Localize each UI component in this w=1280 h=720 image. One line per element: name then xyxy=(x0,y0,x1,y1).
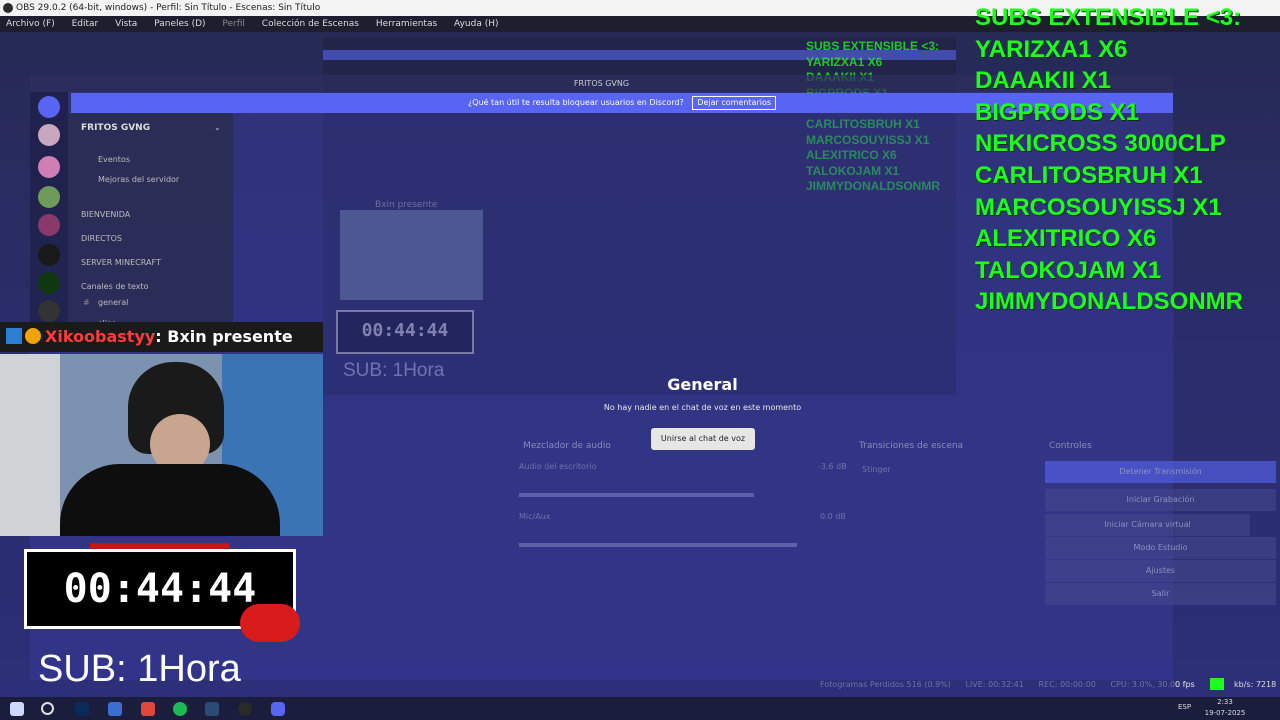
clock-date: 19-07-2025 xyxy=(1204,709,1246,717)
subs-list-item: BIGPRODS X1 xyxy=(975,98,1140,126)
audio-mixer-title: Mezclador de audio xyxy=(523,441,611,451)
menu-coleccion-escenas[interactable]: Colección de Escenas xyxy=(262,19,359,29)
discord-home-icon[interactable] xyxy=(38,96,60,118)
discord-channel-sidebar: FRITOS GVNG ⌄ Eventos Mejoras del servid… xyxy=(68,113,233,333)
server-icon[interactable] xyxy=(38,186,60,208)
search-icon[interactable] xyxy=(41,702,54,715)
server-name[interactable]: FRITOS GVNG xyxy=(81,123,150,133)
server-icon[interactable] xyxy=(38,124,60,146)
obs-taskbar-icon[interactable] xyxy=(238,702,252,716)
photoshop-icon[interactable] xyxy=(75,702,89,716)
rust-server-icon[interactable] xyxy=(38,244,60,266)
subs-list-item: YARIZXA1 X6 xyxy=(975,35,1128,63)
subs-list-item: MARCOSOUYISSJ X1 xyxy=(975,193,1222,221)
app-icon[interactable] xyxy=(108,702,122,716)
discord-title: FRITOS GVNG xyxy=(573,79,630,88)
status-frames: Fotogramas Perdidos 516 (0.9%) xyxy=(820,680,951,689)
brave-icon[interactable] xyxy=(141,702,155,716)
status-rec: REC: 00:00:00 xyxy=(1038,680,1096,689)
stop-stream-button[interactable]: Detener Transmisión xyxy=(1045,461,1276,483)
preview-list-item: YARIZXA1 X6 xyxy=(806,54,883,69)
kick-server-icon[interactable] xyxy=(38,272,60,294)
audio-desktop-level: -3.6 dB xyxy=(818,462,847,471)
akatsuki-cloud-icon xyxy=(240,604,300,642)
chat-badge-icon xyxy=(6,328,22,344)
taskbar-clock[interactable]: 2:33 19-07-2025 xyxy=(1200,697,1250,719)
controls-panel: Detener Transmisión Iniciar Grabación In… xyxy=(1045,458,1276,608)
stream-health-indicator xyxy=(1210,678,1224,690)
subs-list-item: NEKICROSS 3000CLP xyxy=(975,130,1226,158)
subs-list-item: ALEXITRICO X6 xyxy=(975,225,1157,253)
menu-archivo[interactable]: Archivo (F) xyxy=(6,19,55,29)
server-icon[interactable] xyxy=(38,214,60,236)
chevron-down-icon[interactable]: ⌄ xyxy=(214,123,221,132)
status-fps: 0 fps xyxy=(1175,680,1195,689)
menu-ayuda[interactable]: Ayuda (H) xyxy=(454,19,498,29)
obs-status-bar: Fotogramas Perdidos 516 (0.9%) LIVE: 00:… xyxy=(820,680,1195,689)
controls-title: Controles xyxy=(1049,441,1092,451)
windows-start-icon[interactable] xyxy=(10,702,24,716)
preview-list-title: SUBS EXTENSIBLE <3: xyxy=(806,39,940,53)
start-recording-button[interactable]: Iniciar Grabación xyxy=(1045,489,1276,511)
exit-button[interactable]: Salir xyxy=(1045,583,1276,605)
status-kbs: kb/s: 7218 xyxy=(1234,680,1277,689)
banner-text: ¿Qué tan útil te resulta bloquear usuari… xyxy=(467,98,684,107)
subs-list-item: JIMMYDONALDSONMR xyxy=(975,288,1243,316)
server-icon[interactable] xyxy=(38,156,60,178)
studio-mode-button[interactable]: Modo Estudio xyxy=(1045,537,1276,559)
transition-select[interactable]: Stinger xyxy=(862,465,891,474)
start-virtual-camera-button[interactable]: Iniciar Cámara virtual xyxy=(1045,514,1250,536)
chat-badge-icon xyxy=(25,328,41,344)
clock-time: 2:33 xyxy=(1217,698,1233,706)
taskbar-language[interactable]: ESP xyxy=(1178,703,1191,711)
chat-message: Xikoobastyy: Bxin presente xyxy=(0,322,323,352)
mic-level: 0.0 dB xyxy=(820,512,846,521)
sub-goal-text: SUB: 1Hora xyxy=(38,648,241,690)
discord-server-rail xyxy=(30,92,68,332)
subs-list: SUBS EXTENSIBLE <3: YARIZXA1 X6 DAAAKII … xyxy=(975,2,1280,318)
join-voice-button[interactable]: Unirse al chat de voz xyxy=(651,428,755,450)
webcam-person-body xyxy=(60,464,280,536)
subs-list-item: DAAAKII X1 xyxy=(975,67,1112,95)
webcam-feed xyxy=(0,354,323,536)
steam-icon[interactable] xyxy=(205,702,219,716)
subs-list-item: TALOKOJAM X1 xyxy=(975,256,1162,284)
mic-label: Mic/Aux xyxy=(519,512,551,521)
sidebar-item-eventos[interactable]: Eventos xyxy=(98,155,130,164)
webcam-wall xyxy=(0,354,60,536)
discord-taskbar-icon[interactable] xyxy=(271,702,285,716)
obs-app-icon xyxy=(3,3,13,13)
menu-vista[interactable]: Vista xyxy=(115,19,137,29)
windows-taskbar xyxy=(0,697,1280,720)
menu-editar[interactable]: Editar xyxy=(72,19,99,29)
hash-icon: # xyxy=(83,298,90,307)
subs-list-item: CARLITOSBRUH X1 xyxy=(975,161,1203,189)
audio-desktop-slider[interactable] xyxy=(519,493,754,497)
chat-text: : Bxin presente xyxy=(155,327,293,346)
category-bienvenida[interactable]: BIENVENIDA xyxy=(81,210,130,219)
settings-button[interactable]: Ajustes xyxy=(1045,560,1276,582)
category-canales-texto[interactable]: Canales de texto xyxy=(81,282,149,291)
menu-herramientas[interactable]: Herramientas xyxy=(376,19,437,29)
menu-perfil[interactable]: Perfil xyxy=(222,19,245,29)
transitions-title: Transiciones de escena xyxy=(859,441,964,451)
add-server-icon[interactable] xyxy=(38,300,60,322)
status-live: LIVE: 00:32:41 xyxy=(965,680,1024,689)
sidebar-item-mejoras[interactable]: Mejoras del servidor xyxy=(98,175,179,184)
menu-paneles[interactable]: Paneles (D) xyxy=(154,19,205,29)
chat-username: Xikoobastyy xyxy=(45,327,156,346)
spotify-icon[interactable] xyxy=(173,702,187,716)
leave-feedback-button[interactable]: Dejar comentarios xyxy=(692,96,777,110)
subs-list-title: SUBS EXTENSIBLE <3: xyxy=(975,4,1242,31)
audio-desktop-label: Audio del escritorio xyxy=(519,462,597,471)
category-server-minecraft[interactable]: SERVER MINECRAFT xyxy=(81,258,161,267)
mic-slider[interactable] xyxy=(519,543,797,547)
channel-general[interactable]: general xyxy=(98,298,128,307)
category-directos[interactable]: DIRECTOS xyxy=(81,234,122,243)
